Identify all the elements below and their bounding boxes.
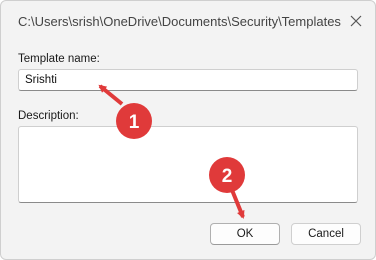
- template-name-label: Template name:: [18, 53, 100, 65]
- description-label: Description:: [18, 110, 79, 122]
- title-bar: C:\Users\srish\OneDrive\Documents\Securi…: [1, 1, 375, 41]
- template-name-input[interactable]: [18, 69, 358, 91]
- description-field[interactable]: [18, 126, 358, 203]
- close-button[interactable]: [341, 7, 371, 35]
- window-title: C:\Users\srish\OneDrive\Documents\Securi…: [18, 14, 341, 29]
- cancel-button[interactable]: Cancel: [291, 223, 361, 245]
- close-icon: [350, 15, 362, 27]
- ok-button[interactable]: OK: [210, 223, 280, 245]
- template-dialog: C:\Users\srish\OneDrive\Documents\Securi…: [0, 0, 376, 260]
